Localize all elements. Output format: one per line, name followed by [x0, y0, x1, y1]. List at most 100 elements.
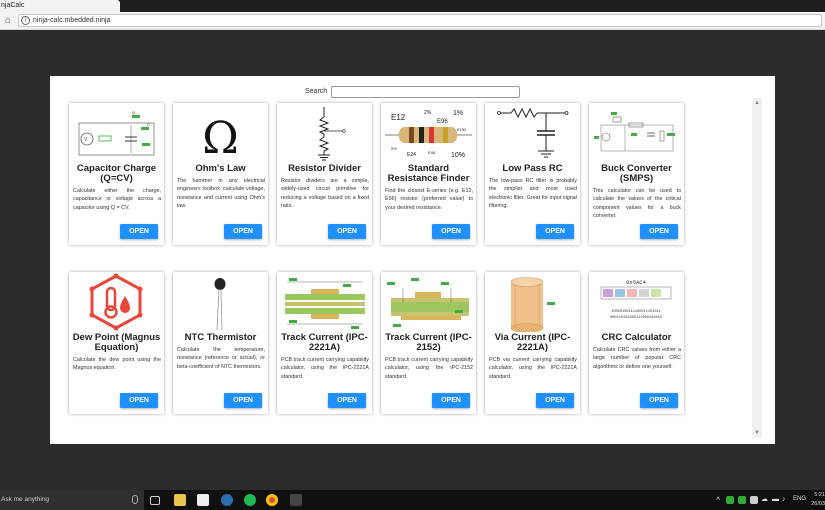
tray-app-icon[interactable] [750, 496, 758, 504]
address-bar[interactable]: i ninja-calc.mbedded.ninja [18, 14, 822, 27]
app-icon[interactable] [221, 494, 233, 506]
open-button[interactable]: OPEN [536, 393, 574, 408]
card-description: The low-pass RC filter is probably the s… [489, 178, 577, 210]
open-button[interactable]: OPEN [432, 393, 470, 408]
url-text: ninja-calc.mbedded.ninja [33, 17, 111, 24]
tray-app-icon[interactable] [738, 496, 746, 504]
card-ohms-law: Ω Ohm's Law The hammer in any electrical… [173, 103, 268, 245]
open-button[interactable]: OPEN [640, 393, 678, 408]
e48-label: E48 [428, 150, 436, 155]
chrome-icon[interactable] [266, 494, 278, 506]
snipping-tool-icon[interactable] [290, 494, 302, 506]
e96-label: E96 [437, 119, 448, 125]
omega-icon: Ω [202, 113, 238, 163]
open-button[interactable]: OPEN [432, 224, 470, 239]
capacitor-circuit-icon: V Q C [78, 110, 155, 156]
cloud-icon[interactable]: ☁ [761, 496, 768, 504]
scroll-down-icon[interactable]: ▼ [752, 428, 762, 438]
tray-app-icon[interactable] [726, 496, 734, 504]
card-standard-resistance-finder: E12 2% 1% E96 E192 5% E24 E48 10% Standa… [381, 103, 476, 245]
volume-icon[interactable]: ♪ [782, 496, 786, 504]
page-background: Search V Q C Capacitor Charge (Q=CV) Cal… [0, 31, 825, 490]
p5-label: 5% [391, 146, 397, 151]
e192-label: E192 [457, 127, 467, 132]
card-description: The hammer in any electrical engineers t… [177, 178, 265, 210]
open-button[interactable]: OPEN [536, 224, 574, 239]
card-title: CRC Calculator [601, 332, 672, 343]
open-button[interactable]: OPEN [120, 224, 158, 239]
crc-icon: 0x5AC4 10000100111100011101011 000110101… [600, 279, 672, 320]
low-pass-filter-icon [497, 107, 569, 158]
open-button[interactable]: OPEN [328, 393, 366, 408]
pcb-track-icon [285, 278, 365, 329]
card-low-pass-rc: Low Pass RC The low-pass RC filter is pr… [485, 103, 580, 245]
card-ntc-thermistor: NTC Thermistor Calculate the temperature… [173, 272, 268, 414]
card-description: This calculator can be used to calculate… [593, 188, 681, 220]
pcb-via-icon [510, 277, 555, 332]
card-capacitor-charge: V Q C Capacitor Charge (Q=CV) Calculate … [69, 103, 164, 245]
card-title: Via Current (IPC-2221A) [494, 332, 571, 353]
open-button[interactable]: OPEN [224, 393, 262, 408]
pcb-track-2152-icon [387, 278, 469, 327]
network-icon[interactable]: ▬ [772, 496, 779, 504]
svg-text:V: V [84, 137, 88, 143]
card-title: Low Pass RC [502, 163, 563, 174]
calculator-panel: Search V Q C Capacitor Charge (Q=CV) Cal… [50, 76, 775, 444]
card-description: PCB track current carrying capability ca… [385, 357, 473, 380]
p10-label: 10% [451, 152, 465, 159]
resistor-bands-icon: E12 2% 1% E96 E192 5% E24 E48 10% [385, 110, 472, 159]
scroll-up-icon[interactable]: ▲ [752, 98, 762, 108]
card-buck-converter: Buck Converter (SMPS) This calculator ca… [589, 103, 684, 245]
browser-titlebar: njaCalc [0, 0, 825, 12]
dew-point-icon [89, 273, 143, 331]
browser-toolbar: ⌂ i ninja-calc.mbedded.ninja [0, 12, 825, 30]
open-button[interactable]: OPEN [224, 224, 262, 239]
card-dew-point: Dew Point (Magnus Equation) Calculate th… [69, 272, 164, 414]
svg-text:C: C [147, 122, 150, 127]
info-icon[interactable]: i [21, 16, 30, 25]
open-button[interactable]: OPEN [640, 224, 678, 239]
search-input[interactable] [331, 86, 520, 98]
language-indicator[interactable]: ENG [793, 496, 806, 502]
task-view-icon[interactable] [150, 496, 160, 505]
taskbar: Ask me anything ˄ ☁ ▬ ♪ ENG 5:21 26/03 [0, 490, 825, 510]
card-title: NTC Thermistor [184, 332, 257, 343]
card-title: Dew Point (Magnus Equation) [72, 332, 161, 353]
card-description: PCB via current carrying capability calc… [489, 357, 577, 380]
card-description: PCB track current carrying capability ca… [281, 357, 369, 380]
taskbar-search[interactable]: Ask me anything [0, 490, 144, 510]
crc-bits-2: 000110101000111000101010 [610, 316, 662, 320]
card-via-current: Via Current (IPC-2221A) PCB via current … [485, 272, 580, 414]
scrollbar[interactable]: ▲ ▼ [752, 98, 762, 438]
resistor-divider-icon [318, 107, 346, 161]
buck-converter-icon [594, 112, 675, 152]
crc-bits-1: 10000100111100011101011 [611, 310, 661, 314]
card-title: Buck Converter (SMPS) [601, 163, 672, 184]
p2-label: 2% [424, 110, 432, 116]
open-button[interactable]: OPEN [328, 224, 366, 239]
store-icon[interactable] [197, 494, 209, 506]
open-button[interactable]: OPEN [120, 393, 158, 408]
home-icon[interactable]: ⌂ [2, 15, 14, 27]
spotify-icon[interactable] [244, 494, 256, 506]
tray-chevron-icon[interactable]: ˄ [716, 496, 720, 504]
card-description: Resistor dividers are a simple, widely-u… [281, 178, 369, 210]
card-crc-calculator: 0x5AC4 10000100111100011101011 000110101… [589, 272, 684, 414]
card-description: Calculate the temperature, resistance (r… [177, 347, 265, 370]
card-description: Calculate CRC values from either a large… [593, 347, 681, 370]
card-description: Find the closest E-series (e.g. E12, E96… [385, 188, 473, 211]
clock-date[interactable]: 26/03 [810, 499, 825, 509]
search-label: Search [305, 88, 328, 95]
svg-text:Ω: Ω [202, 113, 238, 163]
card-title: Track Current (IPC-2152) [385, 332, 472, 353]
card-title: Capacitor Charge (Q=CV) [76, 163, 157, 184]
e24-label: E24 [407, 152, 416, 158]
e12-label: E12 [391, 113, 406, 122]
card-track-current-2152: Track Current (IPC-2152) PCB track curre… [381, 272, 476, 414]
card-title: Ohm's Law [195, 163, 246, 174]
microphone-icon[interactable] [132, 495, 138, 504]
file-explorer-icon[interactable] [174, 494, 186, 506]
card-track-current-2221a: Track Current (IPC-2221A) PCB track curr… [277, 272, 372, 414]
card-title: Resistor Divider [288, 163, 361, 174]
browser-tab[interactable]: njaCalc [0, 0, 120, 12]
